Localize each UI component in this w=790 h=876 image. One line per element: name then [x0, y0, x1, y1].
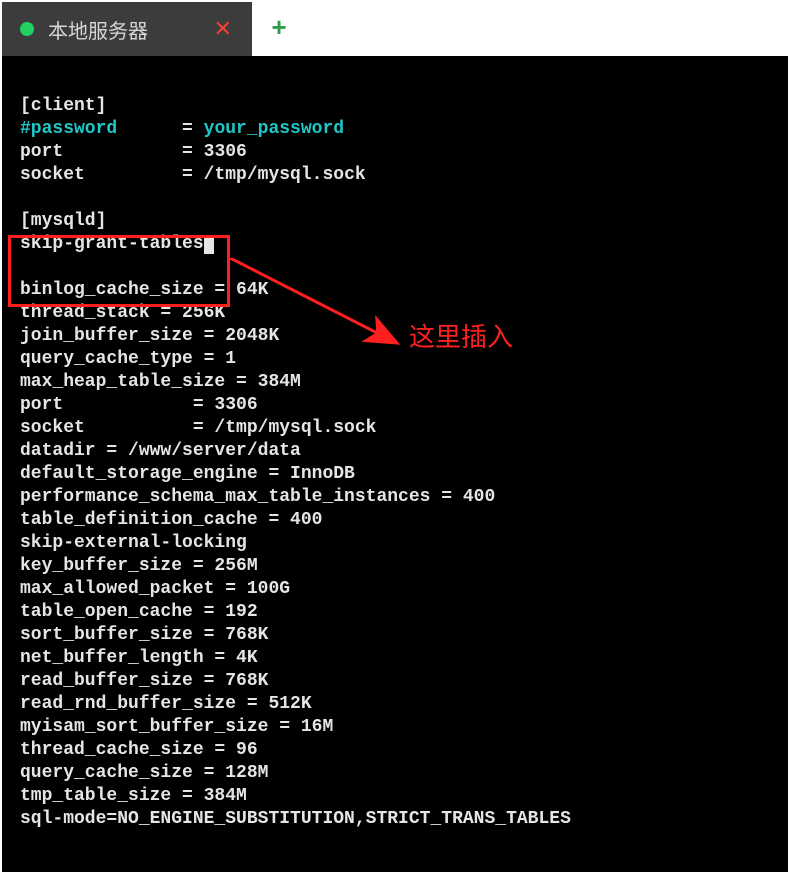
config-client-header: [client]: [20, 96, 106, 116]
config-line: query_cache_type = 1: [20, 349, 236, 369]
config-line: skip-external-locking: [20, 533, 247, 553]
tab-local-server[interactable]: 本地服务器 ✕: [2, 2, 252, 56]
config-line: join_buffer_size = 2048K: [20, 326, 279, 346]
config-line: sort_buffer_size = 768K: [20, 625, 268, 645]
config-line: tmp_table_size = 384M: [20, 786, 247, 806]
config-line: socket = /tmp/mysql.sock: [20, 418, 376, 438]
config-line: datadir = /www/server/data: [20, 441, 301, 461]
config-line: read_buffer_size = 768K: [20, 671, 268, 691]
config-port-val: 3306: [204, 142, 247, 162]
annotation-text: 这里插入: [409, 326, 513, 349]
config-line: thread_cache_size = 96: [20, 740, 258, 760]
config-line: thread_stack = 256K: [20, 303, 225, 323]
config-line: max_allowed_packet = 100G: [20, 579, 290, 599]
config-line: table_definition_cache = 400: [20, 510, 322, 530]
config-line: default_storage_engine = InnoDB: [20, 464, 355, 484]
config-line: sql-mode=NO_ENGINE_SUBSTITUTION,STRICT_T…: [20, 809, 571, 829]
text-cursor-icon: [204, 236, 214, 254]
tab-status-dot-icon: [20, 22, 34, 36]
config-password-val: your_password: [204, 119, 344, 139]
plus-icon: +: [271, 14, 287, 44]
config-socket-key: socket: [20, 165, 85, 185]
close-tab-icon[interactable]: ✕: [208, 18, 238, 40]
config-line: port = 3306: [20, 395, 258, 415]
config-line: read_rnd_buffer_size = 512K: [20, 694, 312, 714]
config-line: myisam_sort_buffer_size = 16M: [20, 717, 333, 737]
config-line: performance_schema_max_table_instances =…: [20, 487, 495, 507]
config-line: table_open_cache = 192: [20, 602, 258, 622]
config-skip-grant: skip-grant-tables: [20, 234, 204, 254]
config-line: key_buffer_size = 256M: [20, 556, 258, 576]
config-socket-val: /tmp/mysql.sock: [204, 165, 366, 185]
config-mysqld-header: [mysqld]: [20, 211, 106, 231]
terminal-content[interactable]: [client] #password = your_password port …: [2, 56, 788, 872]
config-password-key: #password: [20, 119, 117, 139]
config-line: net_buffer_length = 4K: [20, 648, 258, 668]
tab-bar: 本地服务器 ✕ +: [2, 2, 788, 56]
config-line: binlog_cache_size = 64K: [20, 280, 268, 300]
tab-title: 本地服务器: [48, 15, 194, 44]
config-line: max_heap_table_size = 384M: [20, 372, 301, 392]
terminal-window: 本地服务器 ✕ + [client] #password = your_pass…: [2, 2, 788, 872]
config-port-key: port: [20, 142, 63, 162]
config-line: query_cache_size = 128M: [20, 763, 268, 783]
new-tab-button[interactable]: +: [252, 2, 306, 56]
